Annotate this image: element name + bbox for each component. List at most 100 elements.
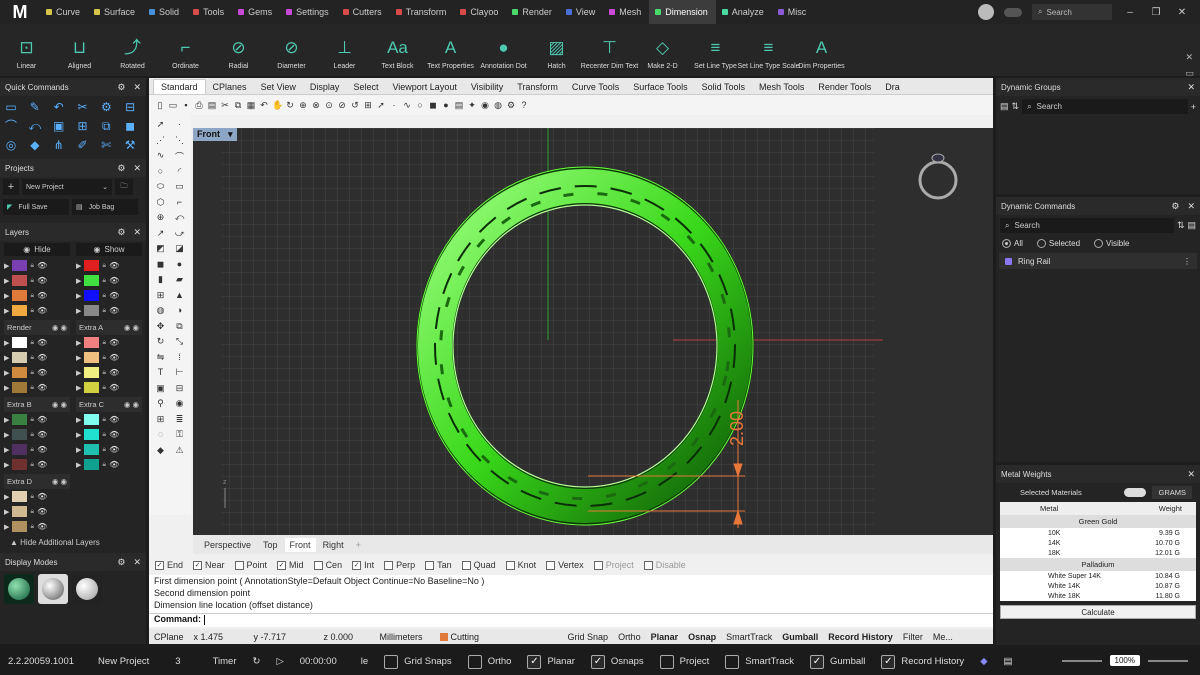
layer-group-header[interactable]: Extra A ◉ ◉ bbox=[76, 320, 142, 335]
brush-icon[interactable]: ✐ bbox=[76, 138, 90, 152]
play-icon[interactable]: ▶ bbox=[4, 277, 9, 285]
play-icon[interactable]: ▶ bbox=[4, 339, 9, 347]
full-save-button[interactable]: ◤ Full Save bbox=[3, 199, 69, 215]
layer-row[interactable]: ▶ 🔒︎ 👁︎ bbox=[76, 412, 142, 427]
layer-color-swatch[interactable] bbox=[84, 382, 100, 393]
artistic-mode-icon[interactable] bbox=[38, 574, 68, 604]
sort-icon[interactable]: ⇅ bbox=[1012, 101, 1020, 112]
ribbon-tab-tools[interactable]: Tools bbox=[187, 0, 232, 24]
filter-icon[interactable]: ⇅ bbox=[1177, 220, 1185, 231]
layer-color-swatch[interactable] bbox=[84, 414, 100, 425]
layer-row[interactable]: ▶ 🔒︎ 👁︎ bbox=[76, 350, 142, 365]
rhino-icon[interactable]: ◆ bbox=[972, 656, 995, 667]
eye-icon[interactable]: 👁︎ bbox=[37, 353, 47, 362]
mirror-icon[interactable]: ⇋ bbox=[151, 352, 170, 368]
surface-icon[interactable]: ◩ bbox=[151, 243, 170, 259]
arc-icon[interactable]: ↶ bbox=[52, 100, 66, 114]
new-file-icon[interactable]: ▯ bbox=[155, 100, 165, 111]
eye-icon[interactable]: 👁︎ bbox=[37, 507, 47, 516]
tool-set-line-type-scale-button[interactable]: ≡ Set Line Type Scale bbox=[737, 24, 799, 76]
layer-color-swatch[interactable] bbox=[12, 290, 28, 301]
add-viewport-icon[interactable]: + bbox=[351, 538, 366, 552]
ellipse-icon[interactable]: ⬭ bbox=[151, 181, 170, 197]
osnap-disable-checkbox[interactable]: Disable bbox=[643, 560, 686, 570]
gear-icon[interactable]: ⚙ bbox=[1171, 201, 1179, 212]
layer-group-header[interactable]: Extra B ◉ ◉ bbox=[4, 397, 70, 412]
layer-color-swatch[interactable] bbox=[84, 459, 100, 470]
polygon-icon[interactable]: ⬡ bbox=[151, 197, 170, 213]
theme-toggle[interactable] bbox=[1004, 7, 1022, 17]
lock-icon[interactable]: 🔒︎ bbox=[102, 339, 106, 347]
point-icon[interactable]: · bbox=[170, 119, 189, 135]
layer-color-swatch[interactable] bbox=[84, 260, 100, 271]
curve-icon[interactable]: ⌒ bbox=[4, 119, 18, 133]
command-item[interactable]: Ring Rail ⋮ bbox=[999, 253, 1197, 269]
play-icon[interactable]: ▶ bbox=[76, 431, 81, 439]
layer-row[interactable]: ▶ 🔒︎ 👁︎ bbox=[4, 350, 70, 365]
layer-color-swatch[interactable] bbox=[12, 382, 28, 393]
close-icon[interactable]: ✕ bbox=[1187, 201, 1195, 212]
front-viewport[interactable]: 2.00 z Front ▾ bbox=[193, 128, 993, 535]
osnap-end-checkbox[interactable]: ✓ End bbox=[155, 560, 183, 570]
tab-select[interactable]: Select bbox=[346, 80, 385, 94]
eye-icon[interactable]: 👁︎ bbox=[37, 430, 47, 439]
eye-icon[interactable]: 👁︎ bbox=[37, 522, 47, 531]
array-icon[interactable]: ⁞ bbox=[170, 352, 189, 368]
eye-icon[interactable]: 👁︎ bbox=[109, 353, 119, 362]
tab-render-tools[interactable]: Render Tools bbox=[811, 80, 878, 94]
lock-icon[interactable]: 🔒︎ bbox=[30, 384, 34, 392]
lock-icon[interactable]: 🔒︎ bbox=[30, 262, 34, 270]
select-icon[interactable]: ➚ bbox=[151, 119, 170, 135]
eye-icon[interactable]: 👁︎ bbox=[109, 291, 119, 300]
zoom-selected-icon[interactable]: ⊘ bbox=[337, 100, 347, 111]
tool-aligned-button[interactable]: ⊔ Aligned bbox=[53, 24, 106, 76]
tool-icon[interactable]: ⚒ bbox=[123, 138, 137, 152]
layer-row[interactable]: ▶ 🔒︎ 👁︎ bbox=[4, 273, 70, 288]
close-icon[interactable]: ✕ bbox=[133, 163, 141, 174]
user-avatar[interactable] bbox=[978, 4, 994, 20]
gear-icon[interactable]: ⚙ bbox=[117, 82, 125, 93]
lock-icon[interactable]: 🔒︎ bbox=[102, 384, 106, 392]
eye-icon[interactable]: 👁︎ bbox=[37, 383, 47, 392]
layer-row[interactable]: ▶ 🔒︎ 👁︎ bbox=[4, 412, 70, 427]
ribbon-tab-gems[interactable]: Gems bbox=[232, 0, 280, 24]
minimize-icon[interactable]: – bbox=[1122, 7, 1138, 18]
join-icon[interactable]: ⤻ bbox=[170, 228, 189, 244]
hide-all-button[interactable]: ◉ Hide bbox=[4, 243, 70, 256]
play-icon[interactable]: ▶ bbox=[76, 416, 81, 424]
grid-snaps-toggle[interactable]: Grid Snaps bbox=[376, 654, 460, 669]
lock-icon[interactable]: 🔒︎ bbox=[30, 416, 34, 424]
filter-toggle[interactable]: Filter bbox=[898, 632, 928, 642]
sphere-icon[interactable]: ● bbox=[441, 100, 451, 110]
radio-selected[interactable]: Selected bbox=[1036, 239, 1080, 248]
lock-icon[interactable]: ⚿ bbox=[170, 429, 189, 445]
layer-color-swatch[interactable] bbox=[12, 444, 28, 455]
play-icon[interactable]: ▷ bbox=[268, 656, 291, 667]
app-logo[interactable]: M bbox=[0, 0, 40, 24]
show-all-button[interactable]: ◉ Show bbox=[76, 243, 142, 256]
rectangle-icon[interactable]: ▭ bbox=[4, 100, 18, 114]
lock-icon[interactable]: 🔒︎ bbox=[102, 307, 106, 315]
gem-icon[interactable]: ◆ bbox=[28, 138, 42, 152]
layer-color-swatch[interactable] bbox=[12, 459, 28, 470]
hide-additional-layers[interactable]: ▲ Hide Additional Layers bbox=[0, 534, 146, 551]
layer-row[interactable]: ▶ 🔒︎ 👁︎ bbox=[4, 365, 70, 380]
line-icon[interactable]: ⋱ bbox=[170, 135, 189, 151]
rectangle-icon[interactable]: ▭ bbox=[170, 181, 189, 197]
table-row[interactable]: White 18K 11.80 G bbox=[1000, 591, 1196, 601]
dimension-icon[interactable]: ⊢ bbox=[170, 367, 189, 383]
pan-icon[interactable]: ✋ bbox=[272, 100, 283, 111]
osnaps-toggle[interactable]: ✓ Osnaps bbox=[583, 654, 652, 669]
layer-row[interactable]: ▶ 🔒︎ 👁︎ bbox=[76, 288, 142, 303]
close-icon[interactable]: ✕ bbox=[133, 557, 141, 568]
play-icon[interactable]: ▶ bbox=[4, 307, 9, 315]
eye-icon[interactable]: 👁︎ bbox=[109, 261, 119, 270]
cube-icon[interactable]: ◼ bbox=[123, 119, 137, 133]
more-icon[interactable]: ⋮ bbox=[1183, 257, 1197, 266]
trim-icon[interactable]: ⤺ bbox=[170, 212, 189, 228]
tool-set-line-type-button[interactable]: ≡ Set Line Type bbox=[689, 24, 742, 76]
scale-icon[interactable]: ⤡ bbox=[170, 336, 189, 352]
gear-icon[interactable]: ⚙ bbox=[117, 163, 125, 174]
point-icon[interactable]: · bbox=[389, 100, 399, 110]
layer-color-swatch[interactable] bbox=[12, 491, 28, 502]
